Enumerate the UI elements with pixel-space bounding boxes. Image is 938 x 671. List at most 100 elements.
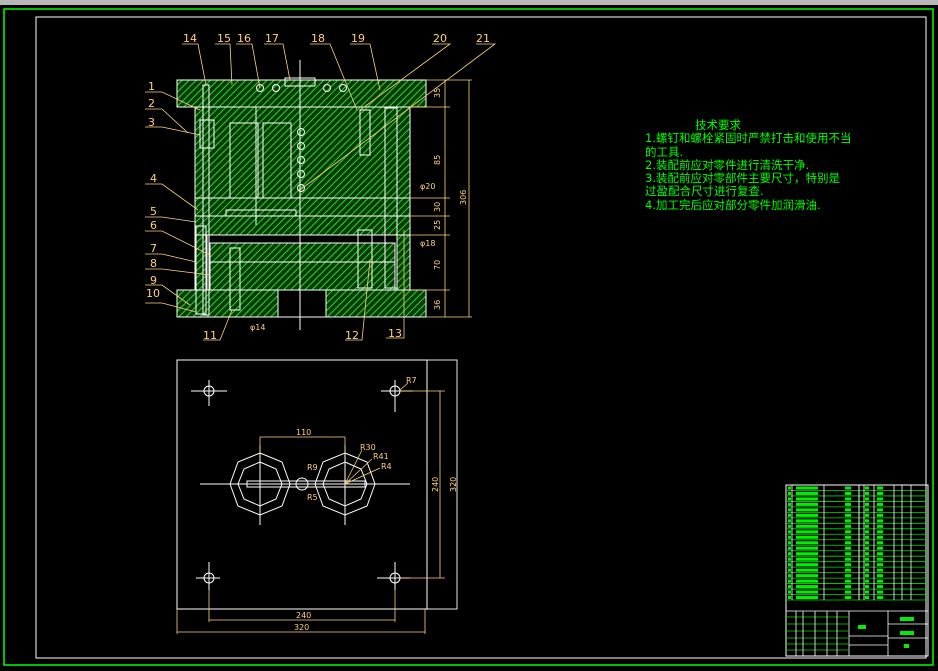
- cell-text: [877, 502, 883, 506]
- dim-320-h: 320: [294, 623, 309, 632]
- cell-text: [796, 590, 818, 594]
- cell-text: [877, 497, 883, 501]
- svg-text:R41: R41: [373, 452, 389, 461]
- cell-text: [865, 486, 869, 490]
- outer-border: [3, 8, 934, 666]
- cell-text: [796, 513, 818, 517]
- tech-line-1: 1.螺钉和螺栓紧固时严禁打击和使用不当的工具.: [645, 131, 852, 159]
- label-9: 9: [150, 274, 157, 287]
- cell-text: [788, 513, 791, 517]
- cell-text: [865, 568, 869, 572]
- cell-text: [865, 541, 869, 545]
- svg-text:85: 85: [433, 155, 442, 165]
- title-text: [904, 644, 909, 648]
- label-14: 14: [183, 32, 197, 45]
- cell-text: [845, 563, 851, 567]
- cell-text: [877, 486, 883, 490]
- cell-text: [788, 563, 791, 567]
- cell-text: [845, 546, 851, 550]
- cell-text: [865, 590, 869, 594]
- label-15: 15: [217, 32, 231, 45]
- label-4: 4: [150, 172, 157, 185]
- svg-text:R4: R4: [381, 462, 392, 471]
- cell-text: [788, 596, 791, 600]
- cell-text: [796, 508, 818, 512]
- label-11: 11: [203, 329, 217, 342]
- cell-text: [865, 557, 869, 561]
- cell-text: [865, 519, 869, 523]
- title-text: [900, 631, 914, 635]
- cell-text: [865, 524, 869, 528]
- cell-text: [845, 530, 851, 534]
- cell-text: [796, 535, 818, 539]
- cell-text: [788, 568, 791, 572]
- bottom-plate-right: [325, 289, 427, 318]
- cell-text: [877, 491, 883, 495]
- cell-text: [845, 557, 851, 561]
- cell-text: [796, 519, 818, 523]
- cell-text: [877, 519, 883, 523]
- svg-text:36: 36: [433, 300, 442, 310]
- cell-text: [796, 491, 818, 495]
- cell-text: [877, 530, 883, 534]
- cell-text: [796, 557, 818, 561]
- dim-240-v: 240: [431, 477, 440, 492]
- svg-text:35: 35: [433, 88, 442, 98]
- cell-text: [845, 519, 851, 523]
- cell-text: [796, 486, 818, 490]
- cell-text: [865, 513, 869, 517]
- label-12: 12: [345, 329, 359, 342]
- cell-text: [796, 524, 818, 528]
- cad-drawing-canvas[interactable]: 14 15 16 17 18 19 20 21 1 2 3 4 5 6 7 8 …: [0, 0, 938, 671]
- cell-text: [865, 546, 869, 550]
- cell-text: [865, 535, 869, 539]
- cell-text: [845, 585, 851, 589]
- cell-text: [877, 596, 883, 600]
- ejector-retainer-plate: [209, 242, 396, 263]
- label-18: 18: [311, 32, 325, 45]
- cell-text: [796, 552, 818, 556]
- cell-text: [845, 568, 851, 572]
- cell-text: [865, 574, 869, 578]
- cell-text: [788, 524, 791, 528]
- cell-text: [877, 568, 883, 572]
- dim-320-v: 320: [449, 477, 458, 492]
- support-plate: [194, 215, 411, 236]
- cell-text: [788, 590, 791, 594]
- cell-text: [788, 546, 791, 550]
- cell-text: [845, 535, 851, 539]
- cell-text: [877, 552, 883, 556]
- cell-text: [877, 541, 883, 545]
- cell-text: [788, 535, 791, 539]
- cell-text: [845, 579, 851, 583]
- cell-text: [845, 491, 851, 495]
- cell-text: [877, 590, 883, 594]
- label-16: 16: [237, 32, 251, 45]
- cell-text: [788, 486, 791, 490]
- svg-text:R5: R5: [307, 493, 318, 502]
- label-8: 8: [150, 257, 157, 270]
- cell-text: [845, 513, 851, 517]
- tech-title: 技术要求: [695, 118, 741, 132]
- svg-text:306: 306: [459, 190, 468, 205]
- cell-text: [877, 513, 883, 517]
- cell-text: [877, 579, 883, 583]
- svg-text:30: 30: [433, 202, 442, 212]
- label-17: 17: [265, 32, 279, 45]
- label-13: 13: [388, 327, 402, 340]
- cell-text: [796, 579, 818, 583]
- svg-text:25: 25: [433, 220, 442, 230]
- spacer-right: [396, 234, 411, 291]
- svg-text:R9: R9: [307, 463, 318, 472]
- cell-text: [845, 552, 851, 556]
- cell-text: [845, 502, 851, 506]
- tech-line-3: 3.装配前应对零部件主要尺寸，特别是过盈配合尺寸进行复查.: [645, 171, 840, 199]
- cell-text: [877, 546, 883, 550]
- plan-view: 110 240 320 240 320 R7 R30 R41 R4 R9 R5: [176, 359, 458, 634]
- mold-section-view: [176, 60, 472, 330]
- label-5: 5: [150, 205, 157, 218]
- cell-text: [796, 585, 818, 589]
- cell-text: [788, 530, 791, 534]
- svg-text:φ20: φ20: [420, 182, 435, 191]
- cell-text: [877, 563, 883, 567]
